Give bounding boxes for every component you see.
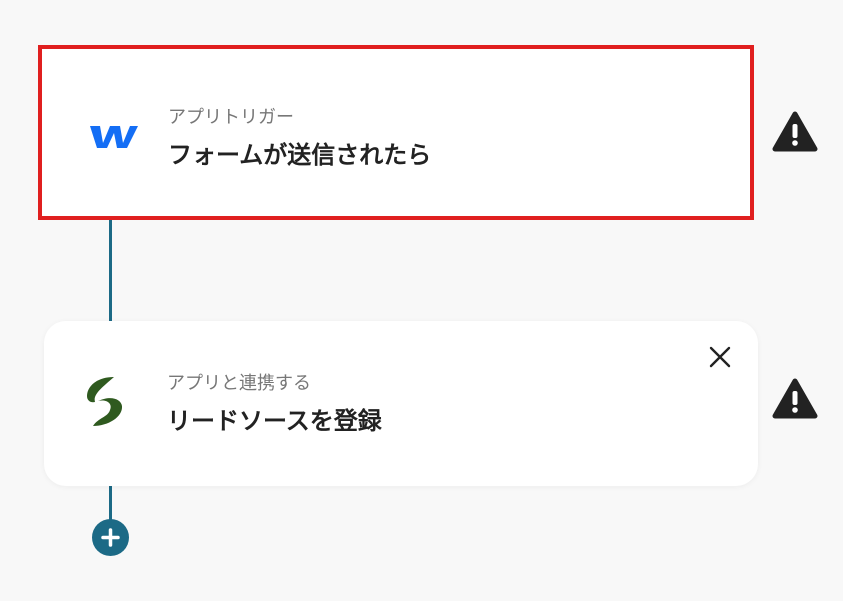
- trigger-step-title: フォームが送信されたら: [168, 141, 432, 169]
- flow-connector-top: [109, 220, 112, 321]
- warning-icon[interactable]: [772, 378, 818, 420]
- action-step-card[interactable]: アプリと連携する リードソースを登録: [44, 321, 758, 486]
- warning-icon[interactable]: [772, 111, 818, 153]
- webflow-logo-icon: [86, 119, 138, 155]
- action-step-title: リードソースを登録: [167, 407, 382, 435]
- plus-icon: [92, 528, 129, 560]
- trigger-step-subtitle: アプリトリガー: [168, 107, 294, 128]
- flow-connector-bottom: [109, 486, 112, 520]
- leadsource-logo-icon: [84, 374, 130, 430]
- add-step-button[interactable]: [92, 519, 129, 556]
- action-step-subtitle: アプリと連携する: [167, 373, 311, 394]
- trigger-step-card[interactable]: アプリトリガー フォームが送信されたら: [38, 45, 754, 220]
- close-icon[interactable]: [707, 344, 733, 370]
